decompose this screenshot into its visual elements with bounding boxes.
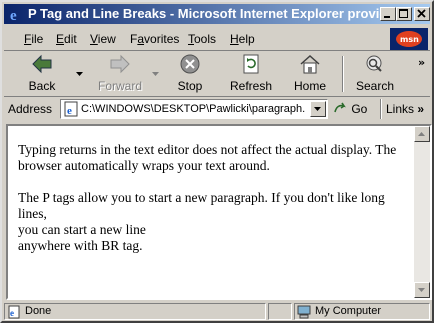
menu-file[interactable]: File [24, 32, 43, 46]
status-panel-empty [268, 303, 292, 320]
address-input[interactable]: e C:\WINDOWS\DESKTOP\Pawlicki\paragraph. [60, 99, 328, 119]
arrow-down-icon [418, 288, 425, 292]
toolbar-separator [342, 56, 344, 92]
back-button[interactable]: Back [18, 54, 66, 93]
toolbar-overflow-chevron[interactable]: » [418, 56, 425, 69]
scroll-up-button[interactable] [414, 126, 430, 142]
refresh-button[interactable]: Refresh [226, 54, 276, 93]
standard-toolbar: Back Forward Stop Refresh Home Search » [4, 52, 430, 97]
forward-dropdown-icon[interactable] [152, 72, 160, 78]
minimize-button[interactable] [380, 7, 396, 21]
menu-bar: File Edit View Favorites Tools Help msn [4, 28, 430, 51]
status-bar: e Done My Computer [4, 302, 430, 321]
maximize-icon [399, 9, 408, 18]
address-bar: Address e C:\WINDOWS\DESKTOP\Pawlicki\pa… [4, 98, 430, 120]
home-button[interactable]: Home [286, 54, 334, 93]
page-content: Typing returns in the text editor does n… [18, 142, 404, 270]
go-button[interactable]: Go [334, 102, 367, 116]
paragraph-1: Typing returns in the text editor does n… [18, 142, 397, 173]
status-text-panel: e Done [4, 303, 266, 320]
svg-text:e: e [10, 308, 14, 318]
paragraph-2: The P tags allow you to start a new para… [18, 190, 404, 254]
menu-edit[interactable]: Edit [56, 32, 77, 46]
page-viewport: Typing returns in the text editor does n… [6, 124, 432, 300]
maximize-button[interactable] [396, 7, 412, 21]
links-button[interactable]: Links » [386, 102, 424, 116]
stop-button[interactable]: Stop [168, 54, 212, 93]
menu-tools[interactable]: Tools [188, 32, 216, 46]
svg-text:e: e [10, 8, 17, 22]
window-title: P Tag and Line Breaks - Microsoft Intern… [28, 6, 406, 21]
msn-logo: msn [390, 28, 428, 50]
close-icon [417, 9, 426, 18]
scroll-down-button[interactable] [414, 282, 430, 298]
security-zone-panel: My Computer [294, 303, 430, 320]
page-done-icon: e [8, 305, 20, 319]
paragraph-2-line-2: you can start a new line [18, 222, 146, 237]
my-computer-icon [297, 305, 311, 319]
address-label: Address [8, 102, 53, 116]
title-bar[interactable]: e P Tag and Line Breaks - Microsoft Inte… [4, 4, 430, 24]
minimize-icon [384, 16, 390, 18]
svg-text:msn: msn [400, 35, 419, 44]
home-icon [300, 54, 320, 74]
internet-explorer-icon: e [10, 8, 17, 22]
refresh-icon [243, 54, 259, 74]
back-arrow-icon [32, 54, 52, 74]
forward-arrow-icon [110, 54, 130, 74]
paragraph-2-line-3: anywhere with BR tag. [18, 238, 143, 253]
browser-window: e P Tag and Line Breaks - Microsoft Inte… [0, 0, 434, 323]
search-icon [366, 55, 382, 72]
svg-text:e: e [67, 105, 72, 117]
menu-view[interactable]: View [90, 32, 116, 46]
menu-help[interactable]: Help [230, 32, 255, 46]
paragraph-2-line-1: The P tags allow you to start a new para… [18, 190, 385, 221]
menu-favorites[interactable]: Favorites [130, 32, 179, 46]
search-button[interactable]: Search [350, 54, 400, 93]
vertical-scrollbar[interactable] [414, 126, 430, 298]
status-text: Done [25, 305, 52, 317]
back-dropdown-icon[interactable] [76, 72, 84, 78]
arrow-up-icon [418, 132, 425, 136]
security-zone-label: My Computer [315, 305, 382, 317]
address-separator [380, 99, 382, 119]
go-arrow-icon [334, 102, 346, 113]
close-button[interactable] [414, 7, 430, 21]
page-icon: e [64, 101, 78, 117]
address-dropdown-button[interactable] [310, 101, 326, 117]
stop-icon [180, 54, 200, 74]
address-value: C:\WINDOWS\DESKTOP\Pawlicki\paragraph. [81, 103, 306, 115]
chevron-down-icon [314, 107, 321, 111]
forward-button[interactable]: Forward [94, 54, 146, 93]
